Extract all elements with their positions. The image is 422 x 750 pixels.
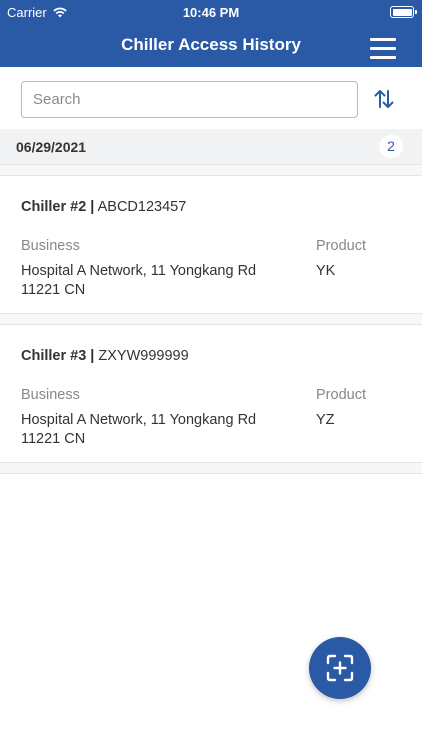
chiller-title: Chiller #2 | ABCD123457: [21, 199, 186, 215]
list-item[interactable]: Chiller #3 | ZXYW999999 Business Product…: [0, 326, 422, 462]
chiller-serial: ZXYW999999: [98, 348, 189, 364]
page-title: Chiller Access History: [121, 35, 301, 54]
list-separator: [0, 164, 422, 176]
chiller-serial: ABCD123457: [97, 199, 187, 215]
list-separator: [0, 313, 422, 325]
business-postal: 11221 CN: [21, 431, 86, 447]
business-value: Hospital A Network, 11 Yongkang Rd 11221…: [21, 411, 301, 449]
sort-arrows-icon[interactable]: [373, 88, 395, 110]
business-postal: 11221 CN: [21, 282, 86, 298]
search-bar: [0, 67, 422, 129]
business-label: Business: [21, 387, 80, 403]
status-time: 10:46 PM: [182, 5, 240, 20]
chiller-title: Chiller #3 | ZXYW999999: [21, 348, 189, 364]
app-header: Carrier 10:46 PM Chiller Access History: [0, 0, 422, 67]
date-group-header: 06/29/2021 2: [0, 129, 422, 164]
product-label: Product: [316, 238, 366, 254]
hamburger-menu-icon[interactable]: [370, 38, 396, 59]
product-value: YK: [316, 263, 336, 279]
product-label: Product: [316, 387, 366, 403]
battery-icon: [390, 6, 417, 18]
business-address: Hospital A Network, 11 Yongkang Rd: [21, 263, 257, 279]
business-value: Hospital A Network, 11 Yongkang Rd 11221…: [21, 262, 301, 300]
chiller-name: Chiller #2 |: [21, 199, 95, 215]
group-count-badge: 2: [379, 135, 403, 158]
list-item[interactable]: Chiller #2 | ABCD123457 Business Product…: [0, 177, 422, 313]
product-value: YZ: [316, 412, 335, 428]
scan-add-icon: [326, 654, 354, 682]
status-bar: Carrier 10:46 PM: [0, 0, 422, 24]
chiller-name: Chiller #3 |: [21, 348, 95, 364]
list-separator: [0, 462, 422, 474]
business-label: Business: [21, 238, 80, 254]
group-date: 06/29/2021: [16, 139, 87, 155]
business-address: Hospital A Network, 11 Yongkang Rd: [21, 412, 257, 428]
search-input[interactable]: [21, 81, 358, 118]
scan-add-button[interactable]: [309, 637, 371, 699]
